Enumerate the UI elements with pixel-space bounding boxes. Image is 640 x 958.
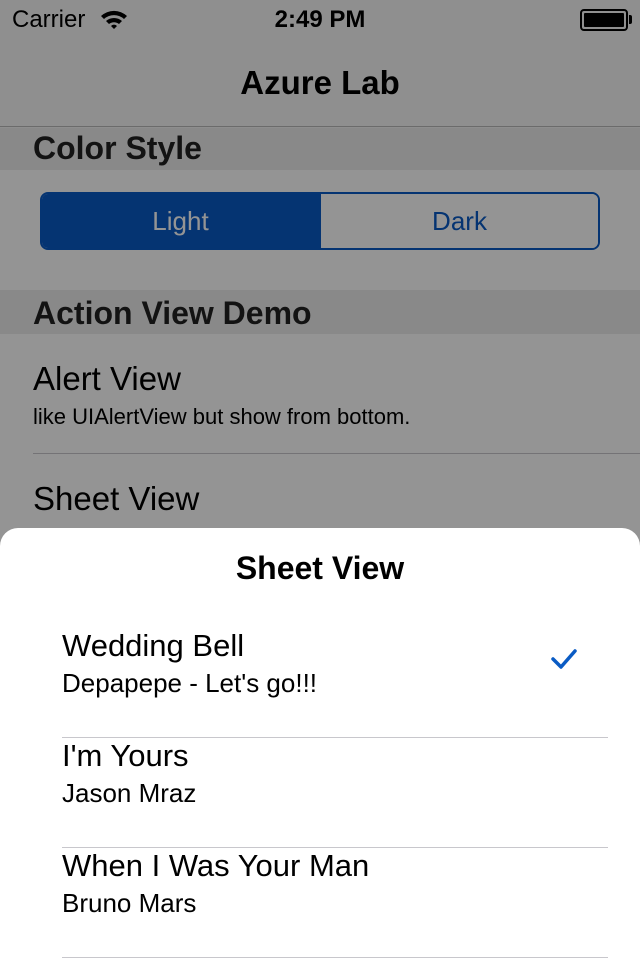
sheet-option-im-yours[interactable]: I'm Yours Jason Mraz <box>62 738 608 848</box>
option-subtitle: Bruno Mars <box>62 888 197 918</box>
sheet-option-wedding-bell[interactable]: Wedding Bell Depapepe - Let's go!!! <box>62 628 608 738</box>
option-title: Wedding Bell <box>62 628 245 663</box>
sheet-title: Sheet View <box>235 550 405 586</box>
sheet-option-when-i-was-your-man[interactable]: When I Was Your Man Bruno Mars <box>62 848 608 958</box>
option-subtitle: Depapepe - Let's go!!! <box>62 668 318 698</box>
sheet-view: Sheet View Wedding Bell Depapepe - Let's… <box>0 528 640 958</box>
option-title: When I Was Your Man <box>62 848 370 883</box>
checkmark-icon <box>551 649 577 669</box>
option-title: I'm Yours <box>62 738 189 773</box>
option-subtitle: Jason Mraz <box>62 778 197 808</box>
